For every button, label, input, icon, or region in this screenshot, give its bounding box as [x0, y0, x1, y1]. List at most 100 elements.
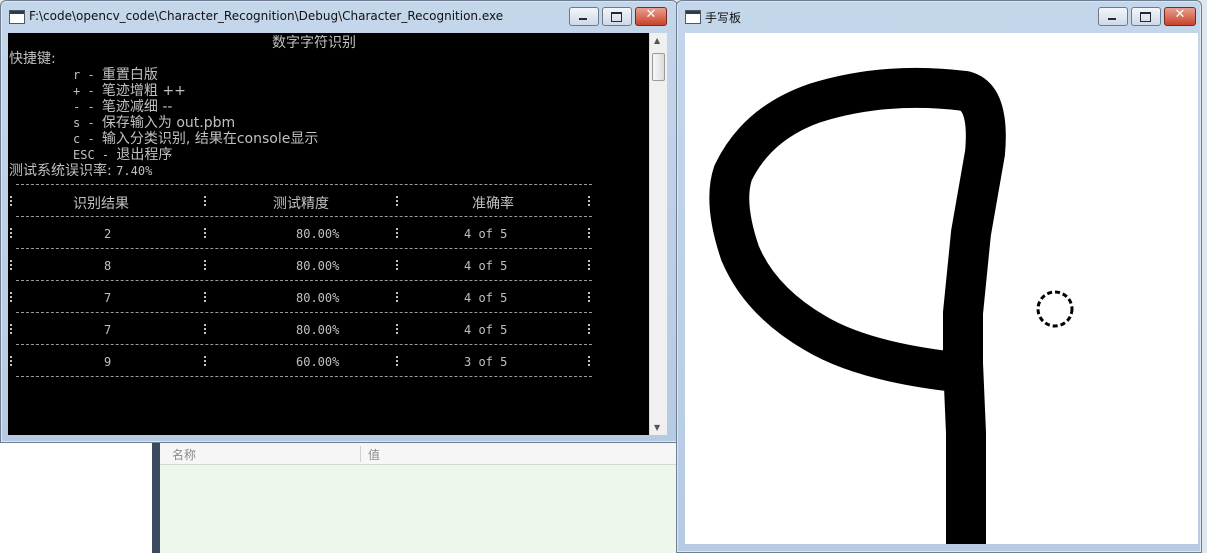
row-precision: 60.00%: [296, 355, 340, 369]
table-column-bar: [10, 292, 12, 302]
table-column-bar: [396, 356, 398, 366]
row-result: 9: [104, 355, 112, 369]
table-column-bar: [204, 196, 206, 206]
shortcut-sep: -: [80, 68, 102, 82]
drawing-canvas[interactable]: [685, 33, 1198, 544]
header-result: 识别结果: [73, 196, 129, 212]
shortcut-desc: 重置白版: [101, 67, 158, 83]
error-rate-value: 7.40%: [116, 164, 153, 178]
console-output[interactable]: 数字字符识别 快捷键: r - 重置白版 + - 笔迹增粗 ++ - - 笔迹减…: [8, 33, 649, 435]
shortcut-sep: -: [80, 100, 102, 114]
minimize-button[interactable]: [569, 7, 599, 26]
table-rule: [16, 184, 592, 185]
close-button[interactable]: ✕: [1164, 7, 1196, 26]
table-column-bar: [204, 356, 206, 366]
row-accuracy: 3 of 5: [464, 355, 508, 369]
column-divider: [360, 446, 361, 462]
board-window: 手写板 ✕: [676, 0, 1202, 553]
minimize-icon: [1108, 18, 1116, 20]
shortcut-line: s - 保存输入为 out.pbm: [73, 115, 235, 131]
table-column-bar: [396, 260, 398, 270]
shortcut-line: r - 重置白版: [73, 67, 158, 83]
shortcut-line: + - 笔迹增粗 ++: [73, 83, 186, 99]
console-app-icon: [9, 10, 25, 24]
table-rule: [16, 376, 592, 377]
background-splitter: [152, 436, 160, 553]
minimize-button[interactable]: [1098, 7, 1128, 26]
table-column-bar: [588, 324, 590, 334]
shortcut-sep: -: [80, 116, 102, 130]
header-accuracy: 准确率: [472, 196, 514, 212]
row-accuracy: 4 of 5: [464, 227, 508, 241]
close-button[interactable]: ✕: [635, 7, 667, 26]
maximize-button[interactable]: [1131, 7, 1161, 26]
board-titlebar[interactable]: 手写板 ✕: [677, 1, 1201, 31]
shortcut-line: c - 输入分类识别, 结果在console显示: [73, 131, 318, 147]
console-window: F:\code\opencv_code\Character_Recognitio…: [0, 0, 678, 443]
scroll-down-icon[interactable]: ▼: [654, 423, 660, 432]
shortcut-line: - - 笔迹减细 --: [73, 99, 172, 115]
row-result: 7: [104, 291, 112, 305]
row-accuracy: 4 of 5: [464, 323, 508, 337]
row-precision: 80.00%: [296, 291, 340, 305]
shortcut-sep: -: [80, 84, 102, 98]
shortcut-desc: 笔迹增粗 ++: [101, 83, 186, 99]
background-editor-area: [0, 436, 152, 553]
row-precision: 80.00%: [296, 259, 340, 273]
row-result: 2: [104, 227, 112, 241]
digit-stroke: [709, 67, 1006, 544]
table-column-bar: [204, 260, 206, 270]
column-header-name[interactable]: 名称: [172, 446, 196, 463]
table-column-bar: [10, 324, 12, 334]
close-icon: ✕: [645, 7, 657, 22]
row-result: 7: [104, 323, 112, 337]
shortcut-key: ESC: [73, 148, 95, 162]
row-result: 8: [104, 259, 112, 273]
maximize-button[interactable]: [602, 7, 632, 26]
shortcut-sep: -: [94, 148, 117, 162]
table-column-bar: [396, 292, 398, 302]
row-accuracy: 4 of 5: [464, 291, 508, 305]
table-column-bar: [10, 196, 12, 206]
console-scrollbar[interactable]: ▲ ▼: [649, 33, 667, 435]
table-column-bar: [396, 324, 398, 334]
table-column-bar: [588, 228, 590, 238]
row-precision: 80.00%: [296, 323, 340, 337]
scroll-up-icon[interactable]: ▲: [654, 36, 660, 45]
minimize-icon: [579, 18, 587, 20]
board-app-icon: [685, 10, 701, 24]
shortcut-sep: -: [80, 132, 102, 146]
table-rule: [16, 216, 592, 217]
table-column-bar: [588, 356, 590, 366]
shortcut-desc: 退出程序: [116, 147, 173, 163]
scroll-thumb[interactable]: [652, 53, 665, 81]
watch-panel-header: 名称 值: [160, 444, 680, 465]
table-column-bar: [10, 356, 12, 366]
maximize-icon: [611, 12, 622, 22]
brush-cursor: [1036, 290, 1074, 328]
shortcut-line: ESC - 退出程序: [73, 147, 172, 163]
shortcut-desc: 笔迹减细 --: [101, 99, 173, 115]
header-precision: 测试精度: [273, 196, 329, 212]
shortcuts-label: 快捷键:: [9, 51, 56, 67]
column-header-value[interactable]: 值: [368, 446, 380, 463]
table-column-bar: [588, 260, 590, 270]
console-heading: 数字字符识别: [272, 35, 356, 51]
table-column-bar: [588, 196, 590, 206]
error-rate-line: 测试系统误识率: 7.40%: [9, 163, 152, 179]
shortcut-desc: 保存输入为 out.pbm: [101, 115, 236, 131]
table-column-bar: [10, 228, 12, 238]
table-column-bar: [588, 292, 590, 302]
table-rule: [16, 248, 592, 249]
table-column-bar: [396, 196, 398, 206]
row-precision: 80.00%: [296, 227, 340, 241]
table-rule: [16, 312, 592, 313]
table-rule: [16, 344, 592, 345]
table-rule: [16, 280, 592, 281]
handwritten-digit: [709, 67, 1074, 544]
console-window-title: F:\code\opencv_code\Character_Recognitio…: [29, 9, 504, 23]
close-icon: ✕: [1174, 7, 1186, 22]
shortcut-desc: 输入分类识别, 结果在console显示: [101, 131, 319, 147]
board-window-title: 手写板: [705, 11, 742, 25]
console-titlebar[interactable]: F:\code\opencv_code\Character_Recognitio…: [1, 1, 677, 31]
